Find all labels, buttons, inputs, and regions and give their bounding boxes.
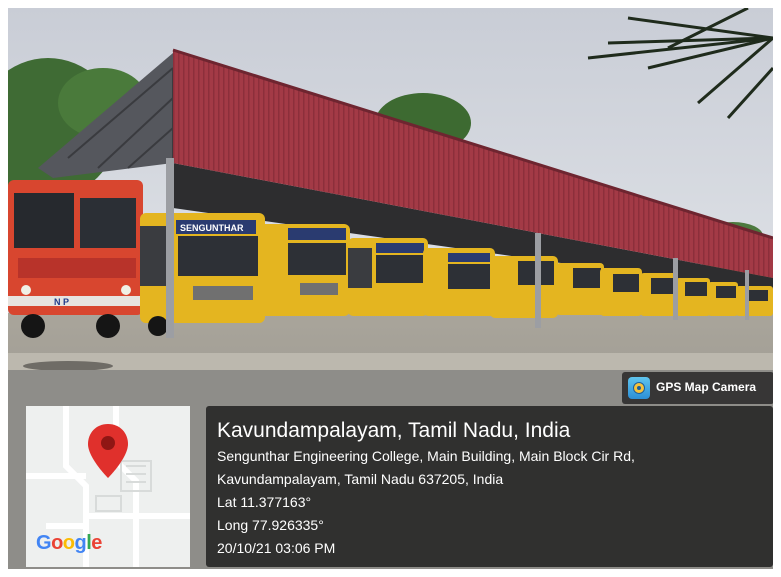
photo-frame: N P SENGUNTHAR GPS Map Camera Google Kav… <box>8 8 773 569</box>
map-thumbnail: Google <box>26 406 190 567</box>
longitude: Long 77.926335° <box>217 517 324 533</box>
location-info-panel: Kavundampalayam, Tamil Nadu, India Sengu… <box>206 406 773 567</box>
google-logo: Google <box>36 532 102 554</box>
puddle <box>23 361 113 371</box>
address-line-2: Kavundampalayam, Tamil Nadu 637205, Indi… <box>217 471 504 487</box>
address-line-1: Sengunthar Engineering College, Main Bui… <box>217 448 635 464</box>
gps-camera-label: GPS Map Camera <box>656 380 757 394</box>
gps-camera-badge: GPS Map Camera <box>622 372 773 404</box>
location-title: Kavundampalayam, Tamil Nadu, India <box>217 419 571 442</box>
red-bus-plate: N P <box>54 297 69 307</box>
datetime: 20/10/21 03:06 PM <box>217 540 336 556</box>
bus-sign: SENGUNTHAR <box>180 223 244 233</box>
latitude: Lat 11.377163° <box>217 494 312 510</box>
camera-icon <box>628 377 650 399</box>
